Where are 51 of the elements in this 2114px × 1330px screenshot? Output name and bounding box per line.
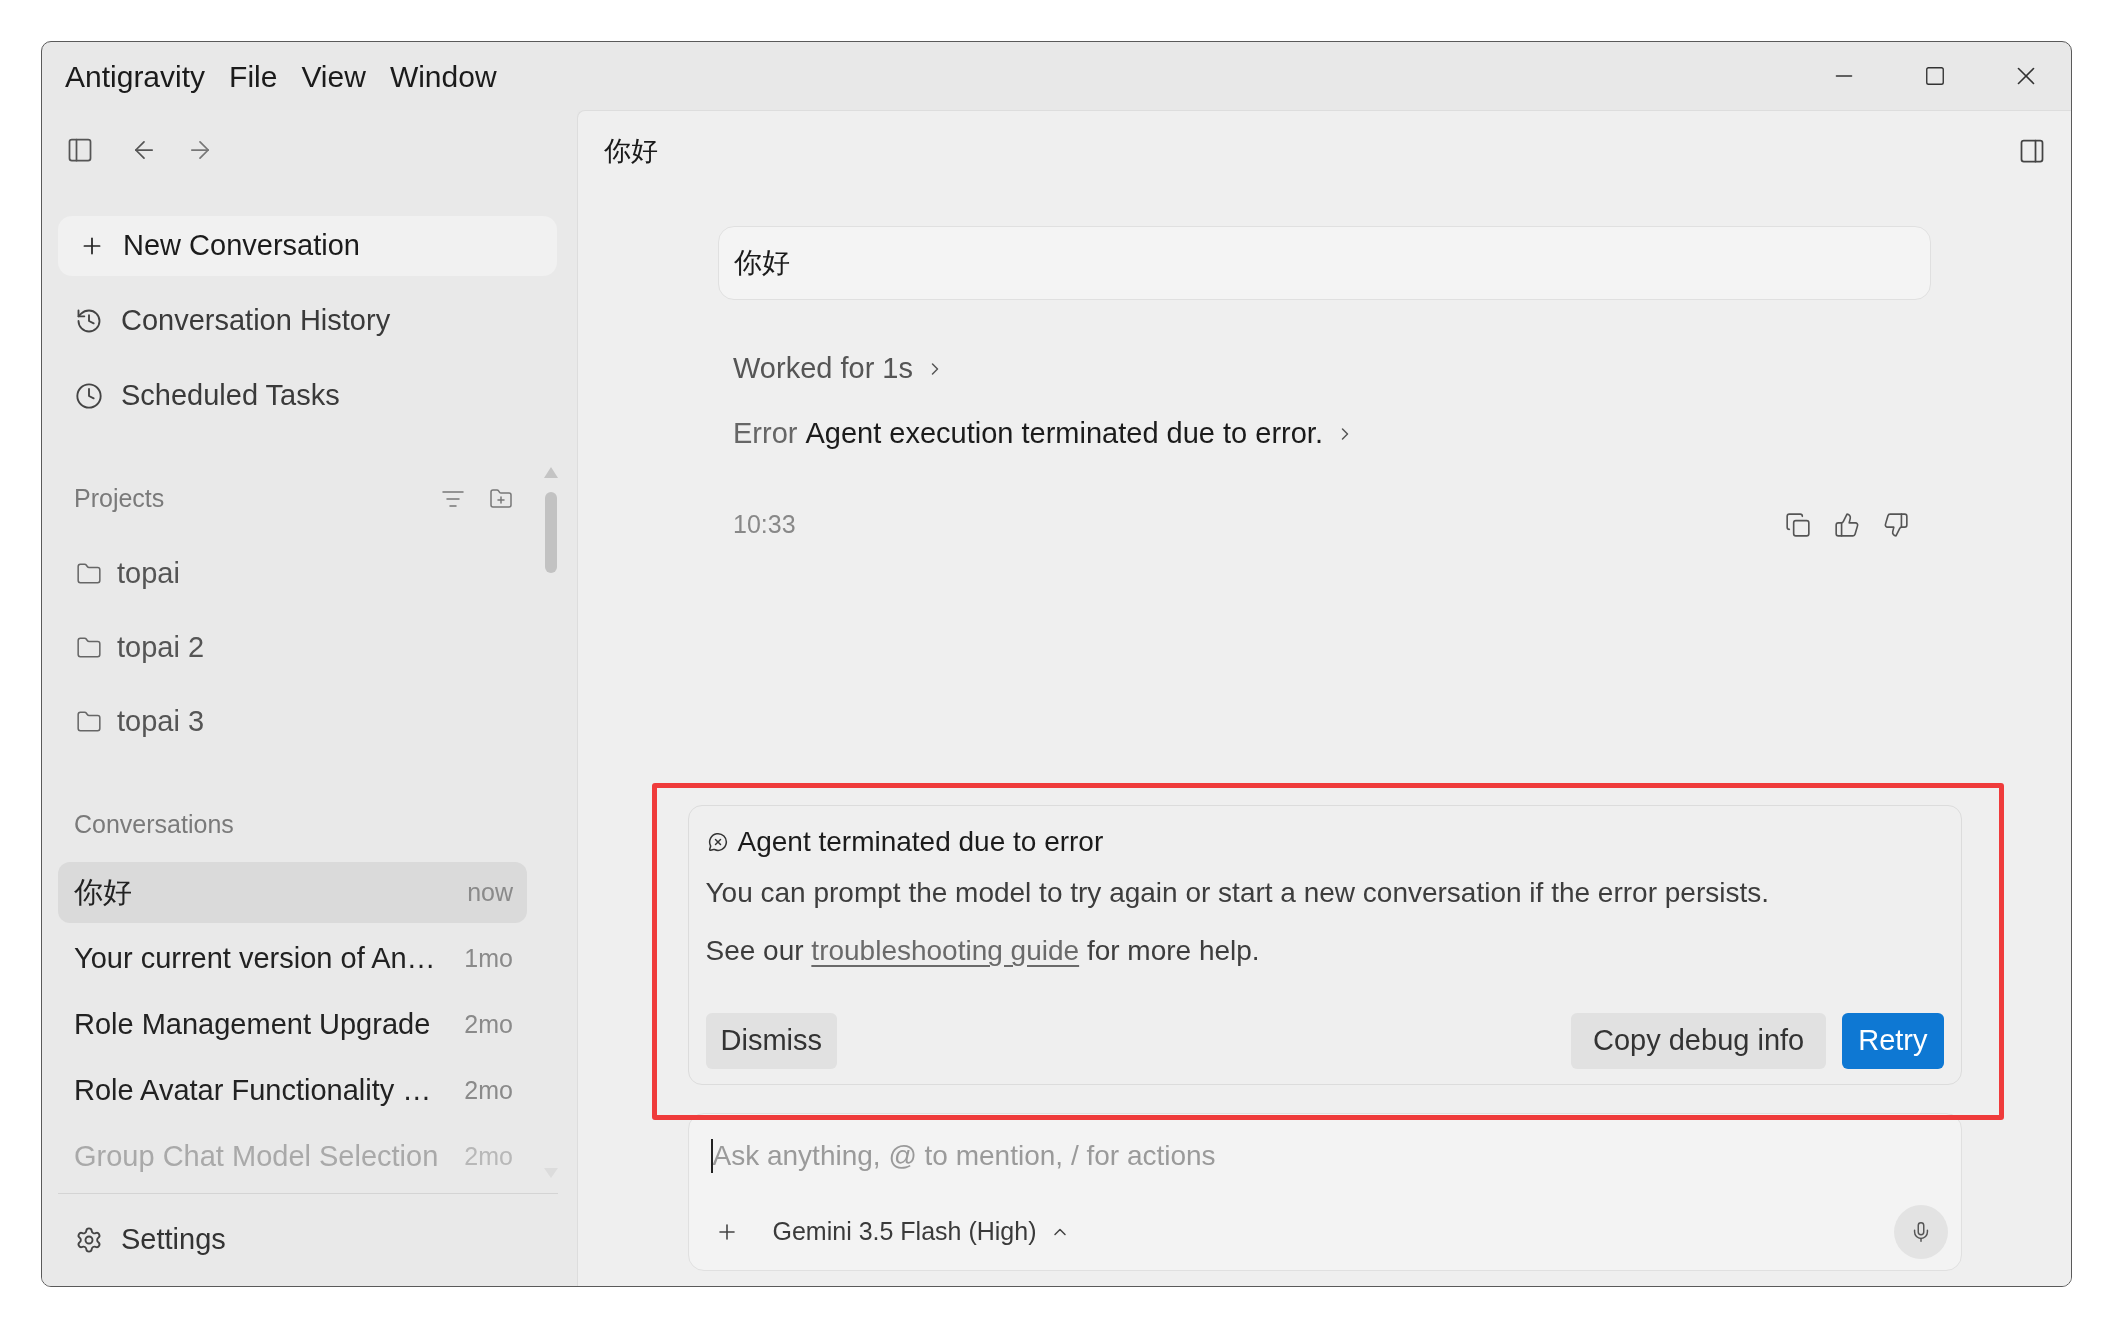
maximize-icon[interactable] bbox=[1923, 65, 1946, 87]
conversation-item[interactable]: Role Avatar Functionality … 2mo bbox=[58, 1060, 527, 1121]
project-item[interactable]: topai bbox=[58, 537, 527, 611]
settings-item[interactable]: Settings bbox=[42, 1194, 577, 1286]
conversation-title: 你好 bbox=[74, 874, 132, 910]
error-title: Agent terminated due to error bbox=[737, 825, 1104, 859]
thumbs-down-icon[interactable] bbox=[1883, 512, 1909, 538]
sidebar-toggle-icon[interactable] bbox=[66, 136, 94, 164]
conversation-heading: 你好 bbox=[604, 134, 658, 168]
new-conversation-button[interactable]: New Conversation bbox=[58, 216, 557, 276]
conversation-item[interactable]: Role Management Upgrade 2mo bbox=[58, 994, 527, 1055]
thumbs-up-icon[interactable] bbox=[1834, 512, 1860, 538]
conversation-title: Role Management Upgrade bbox=[74, 1006, 431, 1042]
conversation-time: 1mo bbox=[464, 942, 513, 974]
copy-debug-button[interactable]: Copy debug info bbox=[1571, 1013, 1827, 1069]
speech-bubble-x-icon bbox=[707, 832, 728, 852]
menu-item[interactable]: Window bbox=[380, 52, 506, 100]
worked-summary[interactable]: Worked for 1s bbox=[718, 344, 960, 394]
project-item[interactable]: topai 3 bbox=[58, 685, 527, 759]
error-message: You can prompt the model to try again or start a new conversation if the error persists. bbox=[705, 876, 1770, 910]
dismiss-button[interactable]: Dismiss bbox=[705, 1013, 837, 1069]
project-item[interactable]: topai 2 bbox=[58, 611, 527, 685]
message-input[interactable]: Ask anything, @ to mention, / for actions bbox=[712, 1136, 1939, 1176]
scheduled-tasks-item[interactable]: Scheduled Tasks bbox=[42, 358, 577, 433]
user-message: 你好 bbox=[734, 246, 790, 280]
menu-item[interactable]: File bbox=[220, 52, 287, 100]
menu-item[interactable]: View bbox=[292, 52, 375, 100]
error-summary[interactable]: Error Agent execution terminated due to error. bbox=[718, 409, 1370, 459]
conversation-time: 2mo bbox=[464, 1008, 513, 1040]
conversation-item[interactable]: Your current version of An… 1mo bbox=[58, 928, 527, 989]
folder-plus-icon[interactable] bbox=[489, 487, 513, 511]
conversation-title: Group Chat Model Selection bbox=[74, 1138, 439, 1174]
conversation-title: Your current version of An… bbox=[74, 940, 436, 976]
troubleshooting-link[interactable]: troubleshooting guide bbox=[811, 935, 1080, 966]
retry-button[interactable]: Retry bbox=[1842, 1013, 1944, 1069]
menu-item[interactable]: Antigravity bbox=[56, 52, 215, 100]
conversation-history-item[interactable]: Conversation History bbox=[42, 283, 577, 358]
gear-icon bbox=[75, 1226, 103, 1254]
model-selector[interactable]: Gemini 3.5 Flash (High) bbox=[772, 1213, 1071, 1251]
message-time: 10:33 bbox=[733, 509, 796, 541]
conversation-time: 2mo bbox=[464, 1074, 513, 1106]
help-text: See our troubleshooting guide for more help. bbox=[705, 934, 1261, 968]
copy-icon[interactable] bbox=[1785, 512, 1811, 538]
clock-icon bbox=[75, 381, 103, 410]
conversation-time: now bbox=[467, 876, 513, 908]
conversation-title: Role Avatar Functionality … bbox=[74, 1072, 432, 1108]
conversation-item[interactable]: 你好 now bbox=[58, 862, 527, 923]
panel-toggle-icon[interactable] bbox=[2018, 137, 2046, 165]
section-label: Conversations bbox=[74, 809, 234, 841]
section-label: Projects bbox=[74, 483, 165, 515]
text-cursor bbox=[710, 1139, 713, 1173]
